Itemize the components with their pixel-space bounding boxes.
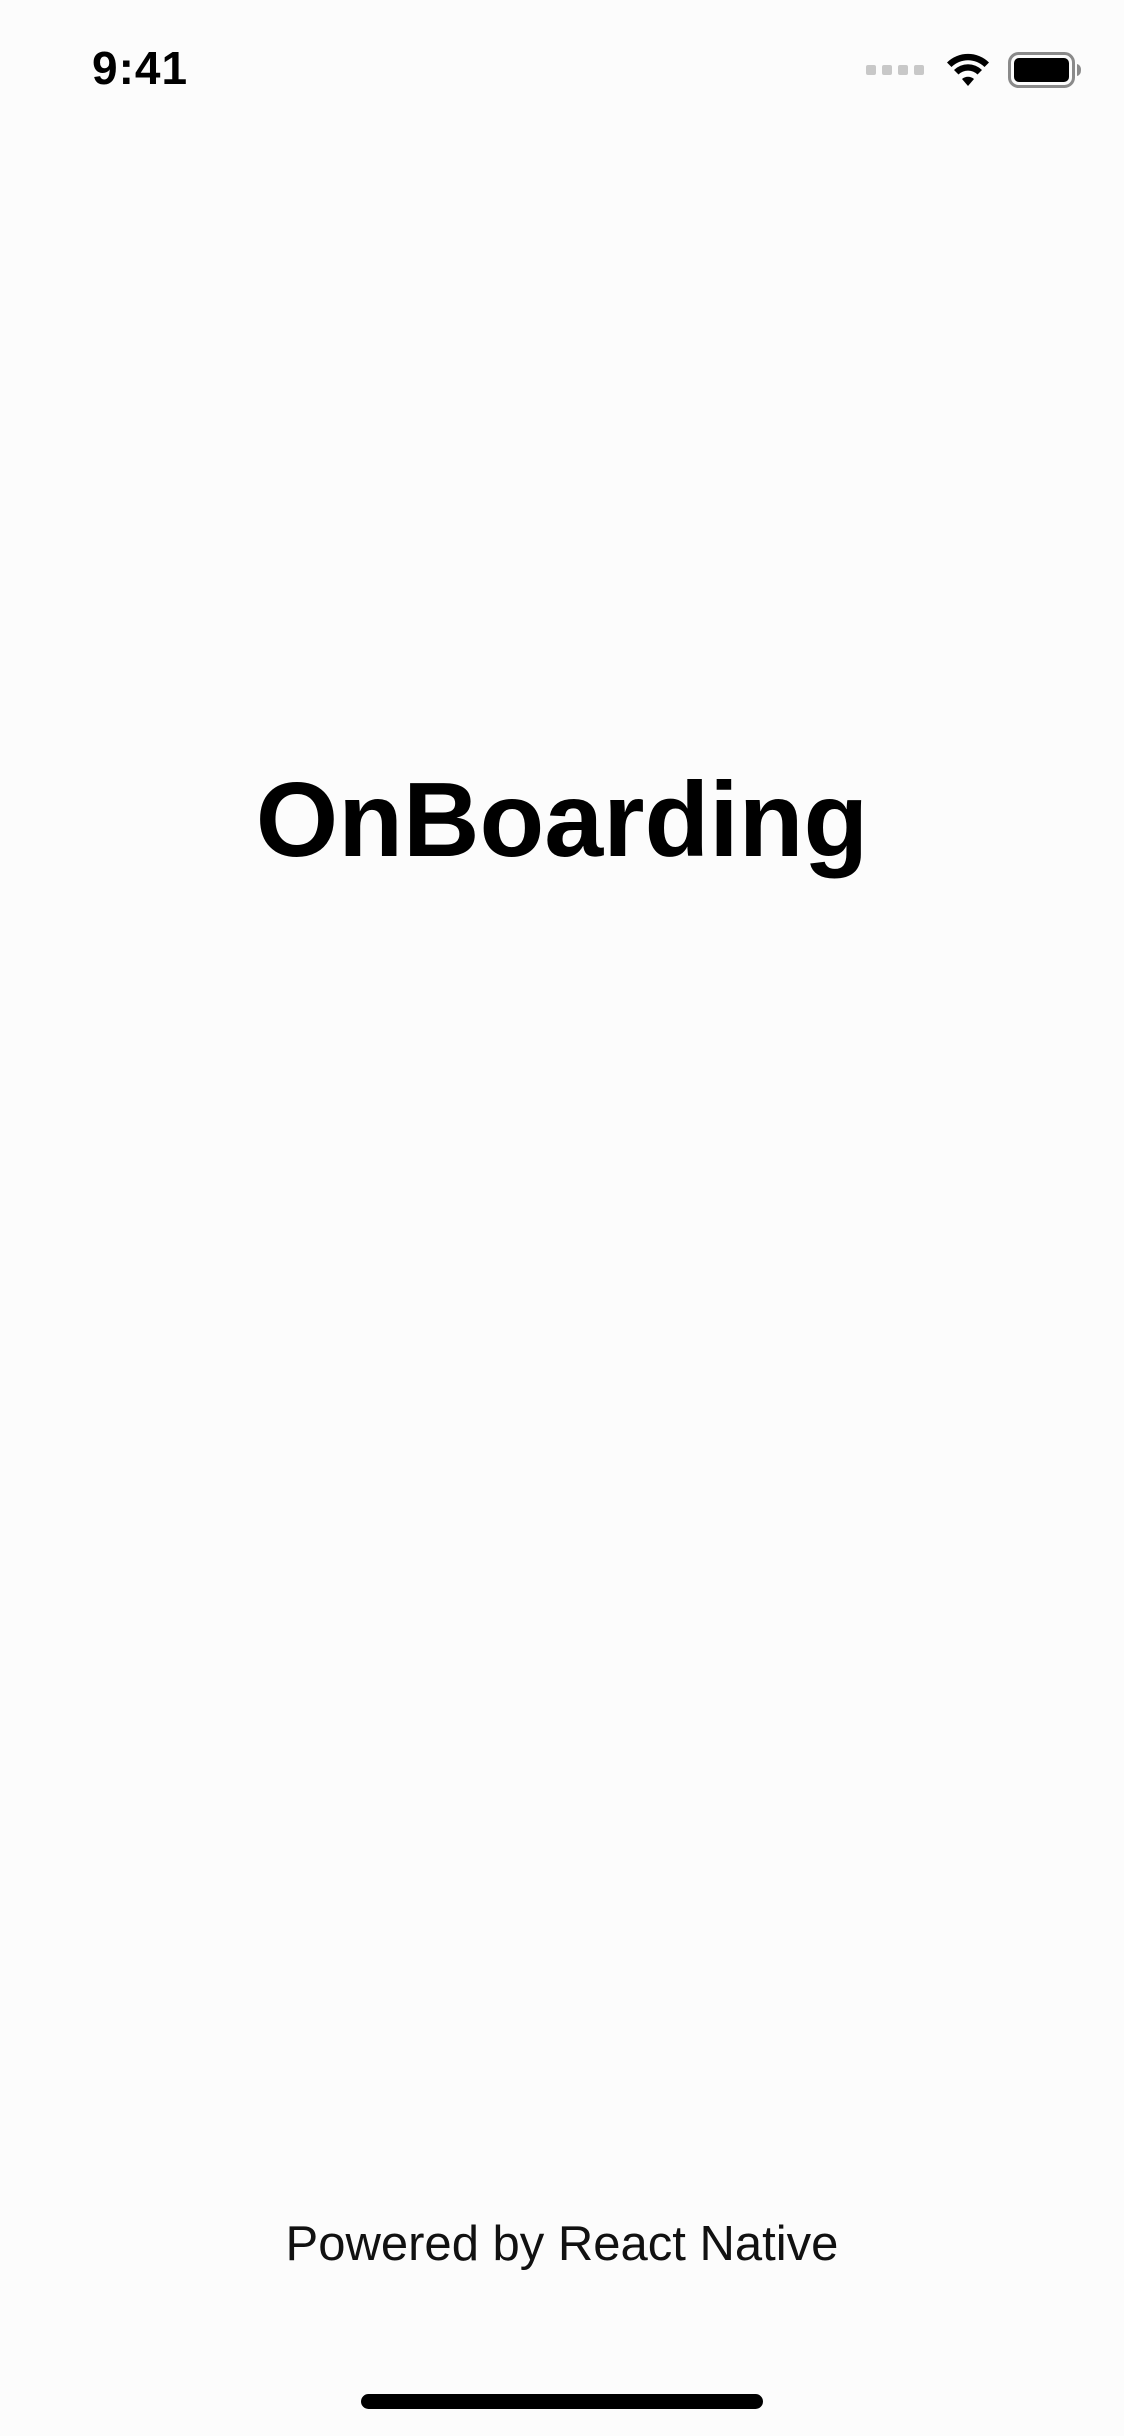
status-bar: 9:41 bbox=[0, 0, 1124, 140]
page-title: OnBoarding bbox=[255, 761, 869, 879]
wifi-icon bbox=[946, 53, 990, 87]
status-time: 9:41 bbox=[92, 42, 189, 94]
app-screen: 9:41 OnBoarding Powered by React Native bbox=[0, 0, 1124, 2436]
home-indicator[interactable] bbox=[361, 2394, 763, 2409]
battery-icon bbox=[1008, 52, 1082, 88]
powered-by-label: Powered by React Native bbox=[285, 2217, 839, 2271]
status-icons bbox=[866, 50, 1082, 90]
signal-icon bbox=[866, 65, 924, 75]
